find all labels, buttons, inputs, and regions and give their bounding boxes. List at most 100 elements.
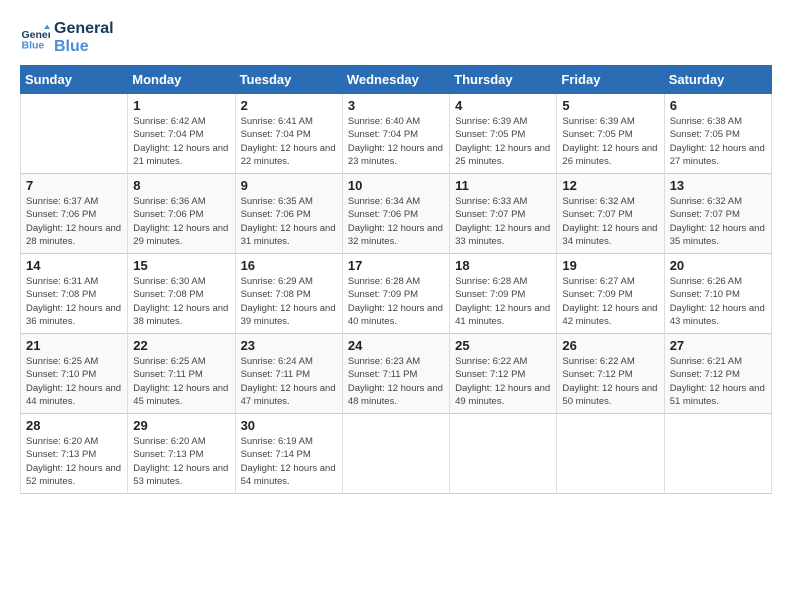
day-cell: 25 Sunrise: 6:22 AMSunset: 7:12 PMDayligh… [450, 334, 557, 414]
day-cell [450, 414, 557, 494]
day-number: 14 [26, 258, 122, 273]
day-info: Sunrise: 6:41 AMSunset: 7:04 PMDaylight:… [241, 115, 337, 168]
header: General Blue General Blue [20, 20, 772, 55]
day-info: Sunrise: 6:42 AMSunset: 7:04 PMDaylight:… [133, 115, 229, 168]
day-cell: 29 Sunrise: 6:20 AMSunset: 7:13 PMDayligh… [128, 414, 235, 494]
day-cell: 10 Sunrise: 6:34 AMSunset: 7:06 PMDayligh… [342, 174, 449, 254]
day-info: Sunrise: 6:26 AMSunset: 7:10 PMDaylight:… [670, 275, 766, 328]
day-number: 19 [562, 258, 658, 273]
header-day-thursday: Thursday [450, 66, 557, 94]
day-number: 18 [455, 258, 551, 273]
day-cell: 23 Sunrise: 6:24 AMSunset: 7:11 PMDayligh… [235, 334, 342, 414]
day-cell: 13Sunrise: 6:32 AMSunset: 7:07 PMDayligh… [664, 174, 771, 254]
day-info: Sunrise: 6:20 AMSunset: 7:13 PMDaylight:… [133, 435, 229, 488]
day-info: Sunrise: 6:29 AMSunset: 7:08 PMDaylight:… [241, 275, 337, 328]
day-cell: 17Sunrise: 6:28 AMSunset: 7:09 PMDayligh… [342, 254, 449, 334]
day-number: 23 [241, 338, 337, 353]
day-number: 9 [241, 178, 337, 193]
day-number: 3 [348, 98, 444, 113]
header-day-wednesday: Wednesday [342, 66, 449, 94]
day-number: 12 [562, 178, 658, 193]
day-number: 16 [241, 258, 337, 273]
week-row-4: 21Sunrise: 6:25 AMSunset: 7:10 PMDayligh… [21, 334, 772, 414]
day-cell: 5Sunrise: 6:39 AMSunset: 7:05 PMDaylight… [557, 94, 664, 174]
day-cell: 1 Sunrise: 6:42 AMSunset: 7:04 PMDaylight… [128, 94, 235, 174]
day-number: 22 [133, 338, 229, 353]
day-number: 29 [133, 418, 229, 433]
day-number: 1 [133, 98, 229, 113]
day-info: Sunrise: 6:20 AMSunset: 7:13 PMDaylight:… [26, 435, 122, 488]
day-number: 11 [455, 178, 551, 193]
logo: General Blue General Blue [20, 20, 114, 55]
header-day-saturday: Saturday [664, 66, 771, 94]
day-cell: 18 Sunrise: 6:28 AMSunset: 7:09 PMDayligh… [450, 254, 557, 334]
day-number: 20 [670, 258, 766, 273]
day-info: Sunrise: 6:22 AMSunset: 7:12 PMDaylight:… [562, 355, 658, 408]
week-row-3: 14 Sunrise: 6:31 AMSunset: 7:08 PMDayligh… [21, 254, 772, 334]
day-info: Sunrise: 6:39 AMSunset: 7:05 PMDaylight:… [455, 115, 551, 168]
logo-blue: Blue [54, 38, 89, 55]
day-number: 15 [133, 258, 229, 273]
day-number: 17 [348, 258, 444, 273]
day-number: 28 [26, 418, 122, 433]
week-row-2: 7 Sunrise: 6:37 AMSunset: 7:06 PMDaylight… [21, 174, 772, 254]
day-cell [21, 94, 128, 174]
day-cell: 20 Sunrise: 6:26 AMSunset: 7:10 PMDayligh… [664, 254, 771, 334]
day-cell: 2 Sunrise: 6:41 AMSunset: 7:04 PMDaylight… [235, 94, 342, 174]
day-cell: 6 Sunrise: 6:38 AMSunset: 7:05 PMDaylight… [664, 94, 771, 174]
day-cell: 11 Sunrise: 6:33 AMSunset: 7:07 PMDayligh… [450, 174, 557, 254]
day-cell: 15 Sunrise: 6:30 AMSunset: 7:08 PMDayligh… [128, 254, 235, 334]
day-info: Sunrise: 6:35 AMSunset: 7:06 PMDaylight:… [241, 195, 337, 248]
day-number: 25 [455, 338, 551, 353]
day-cell: 27Sunrise: 6:21 AMSunset: 7:12 PMDayligh… [664, 334, 771, 414]
day-number: 8 [133, 178, 229, 193]
week-row-5: 28 Sunrise: 6:20 AMSunset: 7:13 PMDayligh… [21, 414, 772, 494]
day-cell [342, 414, 449, 494]
day-cell: 4 Sunrise: 6:39 AMSunset: 7:05 PMDaylight… [450, 94, 557, 174]
day-info: Sunrise: 6:24 AMSunset: 7:11 PMDaylight:… [241, 355, 337, 408]
day-cell: 21Sunrise: 6:25 AMSunset: 7:10 PMDayligh… [21, 334, 128, 414]
day-info: Sunrise: 6:33 AMSunset: 7:07 PMDaylight:… [455, 195, 551, 248]
day-number: 7 [26, 178, 122, 193]
week-row-1: 1 Sunrise: 6:42 AMSunset: 7:04 PMDaylight… [21, 94, 772, 174]
day-number: 4 [455, 98, 551, 113]
day-info: Sunrise: 6:19 AMSunset: 7:14 PMDaylight:… [241, 435, 337, 488]
day-info: Sunrise: 6:37 AMSunset: 7:06 PMDaylight:… [26, 195, 122, 248]
day-info: Sunrise: 6:36 AMSunset: 7:06 PMDaylight:… [133, 195, 229, 248]
logo-general: General [54, 20, 114, 37]
day-info: Sunrise: 6:21 AMSunset: 7:12 PMDaylight:… [670, 355, 766, 408]
day-cell: 26 Sunrise: 6:22 AMSunset: 7:12 PMDayligh… [557, 334, 664, 414]
day-info: Sunrise: 6:28 AMSunset: 7:09 PMDaylight:… [455, 275, 551, 328]
day-cell: 24 Sunrise: 6:23 AMSunset: 7:11 PMDayligh… [342, 334, 449, 414]
logo-icon: General Blue [20, 23, 50, 53]
day-info: Sunrise: 6:30 AMSunset: 7:08 PMDaylight:… [133, 275, 229, 328]
day-info: Sunrise: 6:27 AMSunset: 7:09 PMDaylight:… [562, 275, 658, 328]
svg-text:Blue: Blue [22, 39, 45, 51]
calendar-header-row: SundayMondayTuesdayWednesdayThursdayFrid… [21, 66, 772, 94]
day-cell: 12 Sunrise: 6:32 AMSunset: 7:07 PMDayligh… [557, 174, 664, 254]
calendar-table: SundayMondayTuesdayWednesdayThursdayFrid… [20, 65, 772, 494]
day-info: Sunrise: 6:25 AMSunset: 7:10 PMDaylight:… [26, 355, 122, 408]
header-day-monday: Monday [128, 66, 235, 94]
day-info: Sunrise: 6:31 AMSunset: 7:08 PMDaylight:… [26, 275, 122, 328]
day-cell: 7 Sunrise: 6:37 AMSunset: 7:06 PMDaylight… [21, 174, 128, 254]
day-number: 2 [241, 98, 337, 113]
day-cell [557, 414, 664, 494]
day-info: Sunrise: 6:23 AMSunset: 7:11 PMDaylight:… [348, 355, 444, 408]
day-cell: 3 Sunrise: 6:40 AMSunset: 7:04 PMDaylight… [342, 94, 449, 174]
day-cell: 8 Sunrise: 6:36 AMSunset: 7:06 PMDaylight… [128, 174, 235, 254]
day-number: 5 [562, 98, 658, 113]
day-cell: 19 Sunrise: 6:27 AMSunset: 7:09 PMDayligh… [557, 254, 664, 334]
day-number: 24 [348, 338, 444, 353]
day-info: Sunrise: 6:25 AMSunset: 7:11 PMDaylight:… [133, 355, 229, 408]
day-info: Sunrise: 6:22 AMSunset: 7:12 PMDaylight:… [455, 355, 551, 408]
day-number: 26 [562, 338, 658, 353]
day-info: Sunrise: 6:32 AMSunset: 7:07 PMDaylight:… [562, 195, 658, 248]
day-cell: 28 Sunrise: 6:20 AMSunset: 7:13 PMDayligh… [21, 414, 128, 494]
day-number: 6 [670, 98, 766, 113]
day-info: Sunrise: 6:38 AMSunset: 7:05 PMDaylight:… [670, 115, 766, 168]
day-info: Sunrise: 6:34 AMSunset: 7:06 PMDaylight:… [348, 195, 444, 248]
header-day-sunday: Sunday [21, 66, 128, 94]
day-number: 10 [348, 178, 444, 193]
day-info: Sunrise: 6:40 AMSunset: 7:04 PMDaylight:… [348, 115, 444, 168]
